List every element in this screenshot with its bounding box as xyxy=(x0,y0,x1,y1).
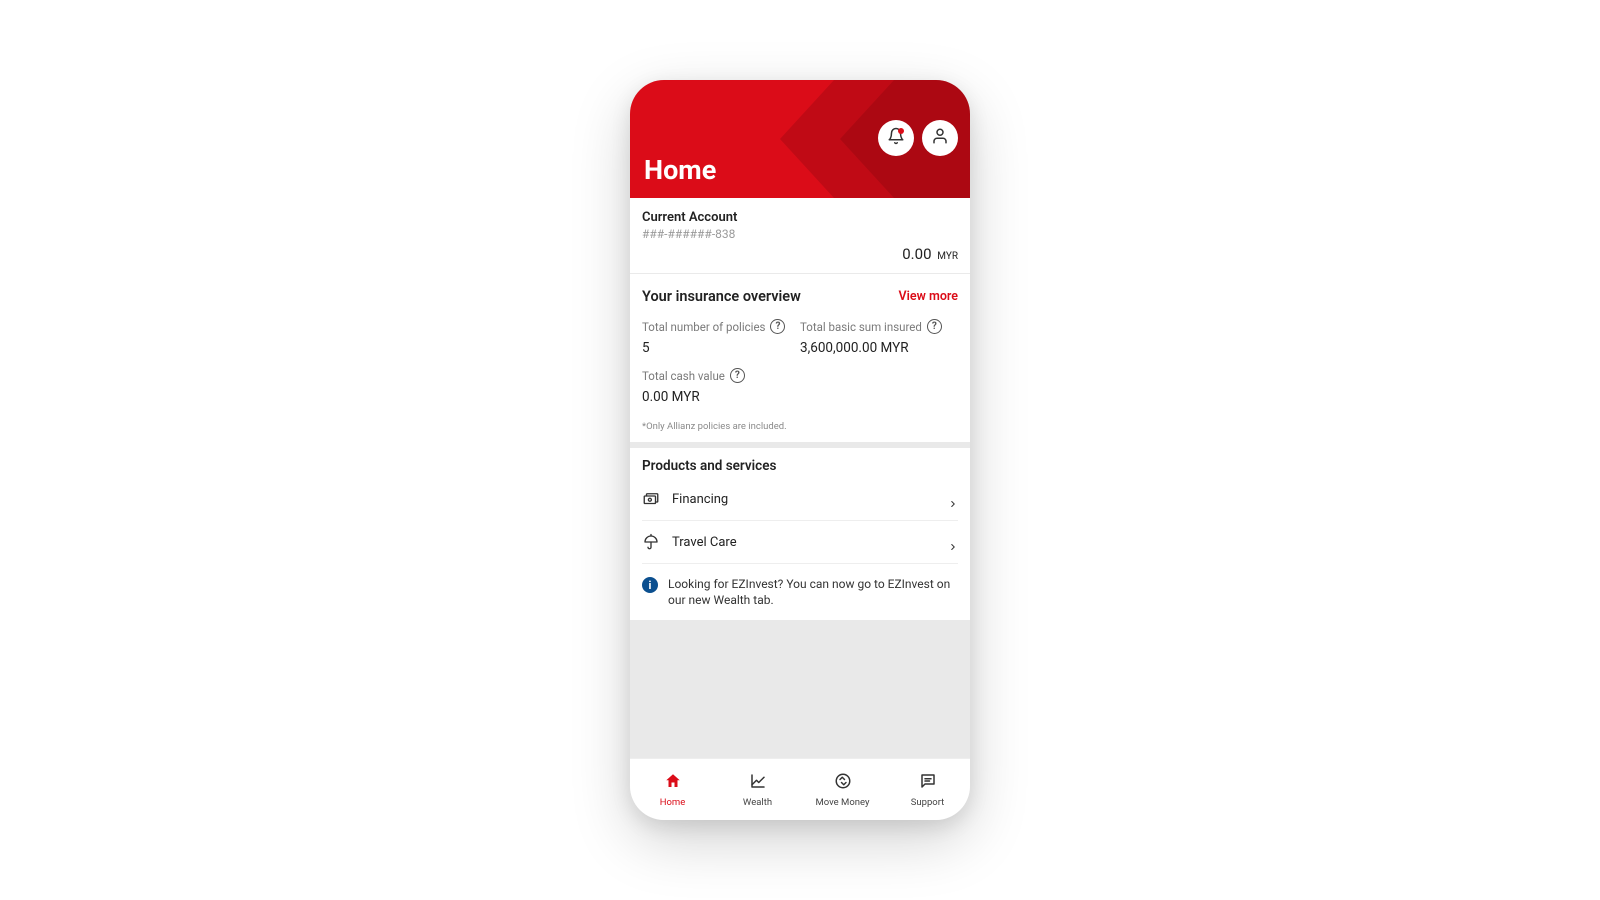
metric-total-policies: Total number of policies ? 5 xyxy=(642,319,800,356)
chat-icon xyxy=(919,772,937,794)
view-more-link[interactable]: View more xyxy=(899,289,958,304)
tab-support[interactable]: Support xyxy=(893,772,963,808)
header-buttons xyxy=(878,120,958,156)
ezinvest-info: i Looking for EZInvest? You can now go t… xyxy=(642,564,958,608)
page-title: Home xyxy=(644,154,716,186)
metric-label: Total basic sum insured ? xyxy=(800,319,958,334)
insurance-footnote: *Only Allianz policies are included. xyxy=(642,421,958,432)
metric-sum-insured: Total basic sum insured ? 3,600,000.00 M… xyxy=(800,319,958,356)
tab-label: Wealth xyxy=(743,797,772,808)
help-icon[interactable]: ? xyxy=(730,368,745,383)
product-financing[interactable]: Financing xyxy=(642,478,958,521)
chart-icon xyxy=(749,772,767,794)
balance-amount: 0.00 xyxy=(902,245,931,263)
account-name: Current Account xyxy=(642,210,958,225)
insurance-section-title: Your insurance overview xyxy=(642,288,801,305)
account-number: ###-######-838 xyxy=(642,227,958,241)
transfer-icon xyxy=(834,772,852,794)
insurance-overview-card: Your insurance overview View more Total … xyxy=(630,274,970,442)
label-text: Total cash value xyxy=(642,369,725,383)
tab-home[interactable]: Home xyxy=(638,772,708,808)
tab-wealth[interactable]: Wealth xyxy=(723,772,793,808)
products-card: Products and services Financing Travel C… xyxy=(630,448,970,620)
help-icon[interactable]: ? xyxy=(770,319,785,334)
profile-button[interactable] xyxy=(922,120,958,156)
label-text: Total basic sum insured xyxy=(800,320,922,334)
metric-label: Total cash value ? xyxy=(642,368,800,383)
account-card[interactable]: Current Account ###-######-838 0.00 MYR xyxy=(630,198,970,273)
help-icon[interactable]: ? xyxy=(927,319,942,334)
scroll-content: Current Account ###-######-838 0.00 MYR … xyxy=(630,198,970,758)
insurance-header-row: Your insurance overview View more xyxy=(642,288,958,305)
metric-cash-value: Total cash value ? 0.00 MYR xyxy=(642,368,800,405)
metric-value: 5 xyxy=(642,340,800,356)
home-icon xyxy=(664,772,682,794)
bottom-tabbar: Home Wealth Move Money Support xyxy=(630,758,970,820)
financing-icon xyxy=(642,490,660,508)
product-label: Travel Care xyxy=(672,535,948,550)
metric-value: 3,600,000.00 MYR xyxy=(800,340,958,356)
mobile-device-frame: Home Current Account ###-######-838 0.00… xyxy=(630,80,970,820)
account-balance: 0.00 MYR xyxy=(642,245,958,263)
insurance-metrics: Total number of policies ? 5 Total basic… xyxy=(642,319,958,417)
chevron-right-icon xyxy=(948,537,958,547)
tab-label: Home xyxy=(660,797,686,808)
metric-value: 0.00 MYR xyxy=(642,389,800,405)
notification-dot-icon xyxy=(898,128,904,134)
tab-label: Support xyxy=(911,797,945,808)
balance-currency: MYR xyxy=(937,251,958,262)
tab-move-money[interactable]: Move Money xyxy=(808,772,878,808)
app-header: Home xyxy=(630,80,970,198)
notifications-button[interactable] xyxy=(878,120,914,156)
product-travel-care[interactable]: Travel Care xyxy=(642,521,958,564)
info-text: Looking for EZInvest? You can now go to … xyxy=(668,576,958,608)
products-section-title: Products and services xyxy=(642,458,958,474)
metric-label: Total number of policies ? xyxy=(642,319,800,334)
product-label: Financing xyxy=(672,492,948,507)
info-icon: i xyxy=(642,577,658,593)
label-text: Total number of policies xyxy=(642,320,765,334)
umbrella-icon xyxy=(642,533,660,551)
chevron-right-icon xyxy=(948,494,958,504)
tab-label: Move Money xyxy=(815,797,869,808)
user-icon xyxy=(931,127,949,149)
